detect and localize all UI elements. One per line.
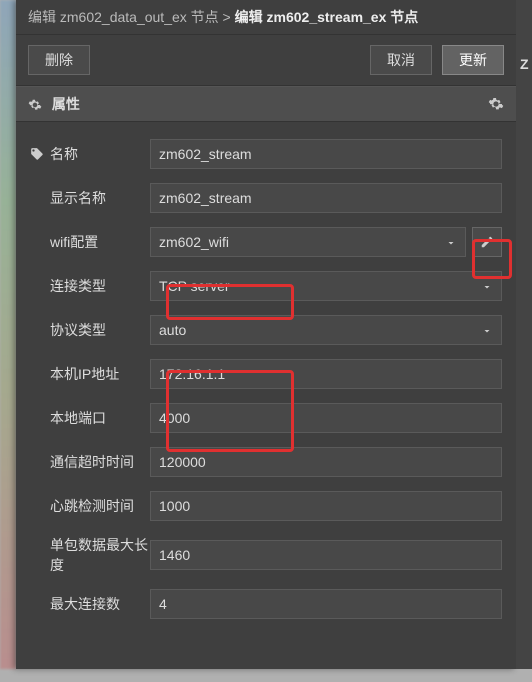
row-timeout: 通信超时时间 [18,440,514,484]
toolbar: 删除 取消 更新 [16,35,516,86]
edit-node-panel: 编辑 zm602_data_out_ex 节点 > 编辑 zm602_strea… [16,0,516,669]
row-proto: 协议类型 auto [18,308,514,352]
label-max-conn: 最大连接数 [50,594,120,614]
label-proto: 协议类型 [50,320,106,340]
label-heartbeat: 心跳检测时间 [50,496,134,516]
heartbeat-input[interactable] [150,491,502,521]
properties-form: 名称 显示名称 wifi配置 zm602_wifi [16,122,516,682]
row-pkt-max: 单包数据最大长度 [18,528,514,582]
label-display: 显示名称 [50,188,106,208]
right-letter: Z [520,56,529,72]
section-title: 属性 [52,96,80,112]
row-ip: 本机IP地址 [18,352,514,396]
label-name: 名称 [50,144,78,164]
row-conn-type: 连接类型 TCP server [18,264,514,308]
local-ip-input[interactable] [150,359,502,389]
row-name: 名称 [18,132,514,176]
edit-wifi-button[interactable] [472,227,502,257]
update-button[interactable]: 更新 [442,45,504,75]
gear-icon [28,98,42,112]
wifi-config-select[interactable]: zm602_wifi [150,227,466,257]
section-header-properties[interactable]: 属性 [16,86,516,122]
chevron-down-icon [445,237,457,249]
protocol-type-select[interactable]: auto [150,315,502,345]
left-edge-strip [0,0,16,669]
settings-icon[interactable] [488,96,504,112]
label-wifi: wifi配置 [50,232,98,252]
breadcrumb: 编辑 zm602_data_out_ex 节点 > 编辑 zm602_strea… [16,0,516,35]
breadcrumb-current: 编辑 zm602_stream_ex 节点 [235,9,419,25]
pencil-icon [480,235,494,249]
row-heartbeat: 心跳检测时间 [18,484,514,528]
breadcrumb-prev[interactable]: 编辑 zm602_data_out_ex 节点 [28,9,223,25]
connection-type-select[interactable]: TCP server [150,271,502,301]
label-timeout: 通信超时时间 [50,452,134,472]
right-edge-strip: Z [516,0,532,669]
max-connections-input[interactable] [150,589,502,619]
max-packet-length-input[interactable] [150,540,502,570]
delete-button[interactable]: 删除 [28,45,90,75]
name-input[interactable] [150,139,502,169]
row-wifi: wifi配置 zm602_wifi [18,220,514,264]
cancel-button[interactable]: 取消 [370,45,432,75]
display-name-input[interactable] [150,183,502,213]
breadcrumb-separator: > [223,9,235,25]
label-port: 本地端口 [50,408,106,428]
row-max-conn: 最大连接数 [18,582,514,626]
chevron-down-icon [481,325,493,337]
label-conn-type: 连接类型 [50,276,106,296]
comm-timeout-input[interactable] [150,447,502,477]
tag-icon [30,147,44,161]
row-port: 本地端口 [18,396,514,440]
chevron-down-icon [481,281,493,293]
label-pkt-max: 单包数据最大长度 [50,535,150,575]
local-port-input[interactable] [150,403,502,433]
label-ip: 本机IP地址 [50,364,119,384]
row-display: 显示名称 [18,176,514,220]
